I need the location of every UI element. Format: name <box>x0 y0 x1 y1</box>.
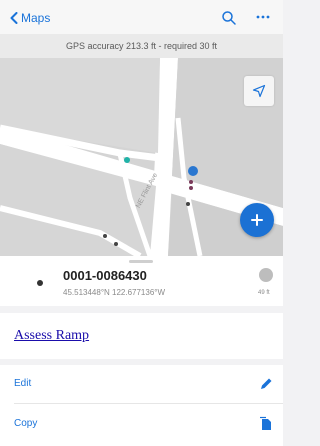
back-button-label: Maps <box>21 11 51 25</box>
gps-accuracy-banner: GPS accuracy 213.3 ft - required 30 ft <box>0 34 283 58</box>
divider <box>14 403 283 404</box>
navigation-arrow-icon <box>252 84 266 98</box>
map-feature-point[interactable] <box>114 242 118 246</box>
chevron-left-icon <box>10 12 18 24</box>
assess-ramp-link[interactable]: Assess Ramp <box>14 328 89 344</box>
copy-icon <box>260 416 271 430</box>
feature-coordinates: 45.513448°N 122.677136°W <box>63 288 166 297</box>
drag-handle[interactable] <box>129 260 153 263</box>
map-feature-point[interactable] <box>189 180 193 184</box>
feature-distance: 49 ft <box>258 290 270 296</box>
more-icon <box>256 15 270 19</box>
pencil-icon <box>261 378 272 389</box>
back-button[interactable]: Maps <box>10 9 50 27</box>
actions-list: Edit Copy <box>0 365 283 446</box>
map-feature-point[interactable] <box>189 186 193 190</box>
locate-button[interactable] <box>244 76 274 106</box>
plus-icon <box>251 214 263 226</box>
navigation-bar: Maps <box>0 0 283 34</box>
search-button[interactable] <box>221 10 237 26</box>
direction-icon <box>259 268 273 282</box>
current-location-marker <box>188 166 198 176</box>
feature-symbol-icon <box>37 280 43 286</box>
map-feature-teal[interactable] <box>124 157 130 163</box>
popup-link-section: Assess Ramp <box>0 313 283 359</box>
map-view[interactable]: NE Flint Ave <box>0 58 283 256</box>
feature-id: 0001-0086430 <box>63 268 147 283</box>
edit-action-label: Edit <box>14 378 32 389</box>
search-icon <box>222 11 236 25</box>
copy-action[interactable]: Copy <box>0 405 283 443</box>
more-button[interactable] <box>254 9 272 25</box>
map-feature-point[interactable] <box>186 202 190 206</box>
edit-action[interactable]: Edit <box>0 365 283 403</box>
copy-action-label: Copy <box>14 418 38 429</box>
add-feature-button[interactable] <box>240 203 274 237</box>
map-feature-point[interactable] <box>103 234 107 238</box>
gps-accuracy-text: GPS accuracy 213.3 ft - required 30 ft <box>65 41 218 51</box>
feature-summary-card[interactable]: 0001-0086430 45.513448°N 122.677136°W 49… <box>0 256 283 306</box>
